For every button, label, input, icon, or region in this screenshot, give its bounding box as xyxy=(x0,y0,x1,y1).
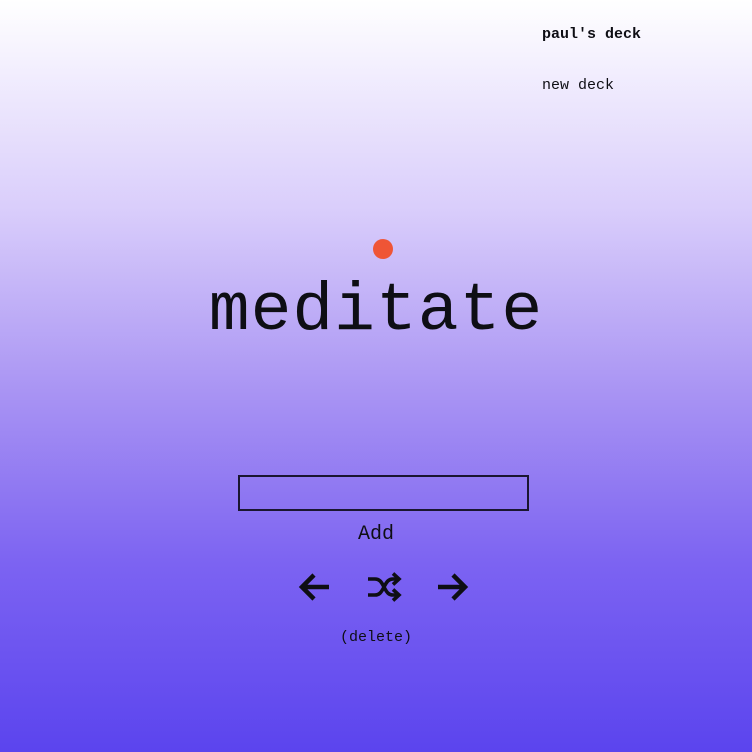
card-navigation xyxy=(296,568,472,606)
card-word: meditate xyxy=(208,273,544,350)
arrow-left-icon[interactable] xyxy=(296,568,334,606)
word-input[interactable] xyxy=(238,475,529,511)
new-deck-link[interactable]: new deck xyxy=(542,77,722,95)
delete-link[interactable]: (delete) xyxy=(0,629,752,647)
deck-item-pauls-deck[interactable]: paul's deck xyxy=(542,26,722,44)
deck-menu: paul's deck new deck xyxy=(542,26,722,95)
arrow-right-icon[interactable] xyxy=(433,568,471,606)
shuffle-icon[interactable] xyxy=(365,568,403,606)
add-button[interactable]: Add xyxy=(0,523,752,547)
status-dot xyxy=(373,239,393,259)
